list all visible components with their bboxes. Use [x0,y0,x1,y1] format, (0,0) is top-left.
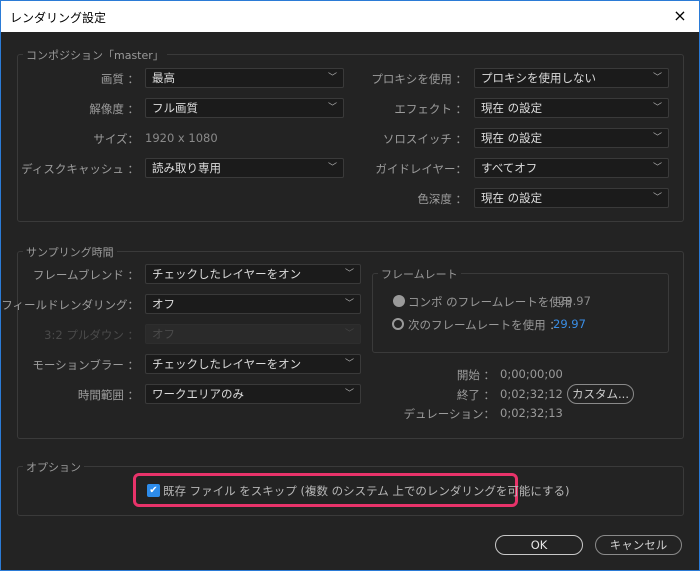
chevron-down-icon: ﹀ [344,269,354,279]
field-render-label: フィールドレンダリング： [1,298,139,312]
effects-value: 現在 の設定 [481,101,543,115]
chevron-down-icon: ﹀ [344,329,354,339]
motion-blur-dropdown[interactable]: チェックしたレイヤーをオン ﹀ [145,354,361,374]
frame-rate-group [372,273,669,353]
chevron-down-icon: ﹀ [652,193,662,203]
options-legend: オプション [23,459,84,475]
cancel-button[interactable]: キャンセル [595,535,682,555]
chevron-down-icon: ﹀ [344,299,354,309]
pulldown-label: 3:2 プルダウン ： [44,328,139,342]
frame-blend-dropdown[interactable]: チェックしたレイヤーをオン ﹀ [145,264,361,284]
chevron-down-icon: ﹀ [327,103,337,113]
checkmark-icon: ✔ [149,485,158,496]
proxy-value: プロキシを使用しない [481,71,596,85]
chevron-down-icon: ﹀ [652,163,662,173]
render-settings-dialog: レンダリング設定 × コンポジション「master」 画質 ： 最高 ﹀ 解像度 … [0,0,700,571]
quality-dropdown[interactable]: 最高 ﹀ [145,68,344,88]
end-label: 終了 ： [456,388,495,402]
proxy-dropdown[interactable]: プロキシを使用しない ﹀ [474,68,669,88]
sampling-legend: サンプリング時間 [23,244,117,260]
motion-blur-value: チェックしたレイヤーをオン [152,357,302,371]
duration-label: デュレーション： [403,407,495,421]
quality-label: 画質 ： [100,72,139,86]
disk-cache-value: 読み取り専用 [152,161,221,175]
field-render-value: オフ [152,297,175,311]
effects-label: エフェクト ： [394,102,467,116]
custom-button[interactable]: カスタム... [567,384,634,404]
chevron-down-icon: ﹀ [344,389,354,399]
chevron-down-icon: ﹀ [344,359,354,369]
effects-dropdown[interactable]: 現在 の設定 ﹀ [474,98,669,118]
size-label: サイズ： [93,132,139,146]
composition-legend: コンポジション「master」 [23,47,167,63]
frame-blend-label: フレームブレンド ： [32,268,139,282]
solo-switch-dropdown[interactable]: 現在 の設定 ﹀ [474,128,669,148]
use-custom-frame-rate-label: 次のフレームレートを使用 ： [408,318,561,332]
time-span-label: 時間範囲 ： [77,388,139,402]
title-bar: レンダリング設定 × [1,1,699,32]
field-render-dropdown[interactable]: オフ ﹀ [145,294,361,314]
resolution-dropdown[interactable]: フル画質 ﹀ [145,98,344,118]
duration-value: 0;02;32;13 [500,406,563,420]
start-label: 開始 ： [456,368,495,382]
pulldown-dropdown: オフ ﹀ [145,324,361,344]
use-custom-frame-rate-radio[interactable] [392,318,404,330]
color-depth-value: 現在 の設定 [481,191,543,205]
pulldown-value: オフ [152,327,175,341]
disk-cache-dropdown[interactable]: 読み取り専用 ﹀ [145,158,344,178]
motion-blur-label: モーションブラー ： [32,358,139,372]
chevron-down-icon: ﹀ [327,73,337,83]
skip-existing-label[interactable]: 既存 ファイル をスキップ (複数 のシステム 上でのレンダリングを可能にする) [163,483,570,499]
disk-cache-label: ディスクキャッシュ ： [21,162,139,176]
window-title: レンダリング設定 [10,11,107,25]
comp-frame-rate-value: 29.97 [558,294,591,308]
start-value: 0;00;00;00 [500,367,563,381]
close-icon[interactable]: × [669,5,691,27]
chevron-down-icon: ﹀ [327,163,337,173]
end-value: 0;02;32;12 [500,387,563,401]
proxy-label: プロキシを使用 ： [371,72,467,86]
frame-blend-value: チェックしたレイヤーをオン [152,267,302,281]
resolution-label: 解像度 ： [89,102,139,116]
guide-layers-value: すべてオフ [481,161,538,175]
solo-switch-label: ソロスイッチ ： [382,132,467,146]
skip-existing-checkbox[interactable]: ✔ [147,484,160,497]
use-comp-frame-rate-label: コンポ のフレームレートを使用 [408,295,573,309]
color-depth-label: 色深度 ： [417,192,467,206]
time-span-value: ワークエリアのみ [152,387,244,401]
color-depth-dropdown[interactable]: 現在 の設定 ﹀ [474,188,669,208]
custom-frame-rate-value[interactable]: 29.97 [553,317,586,331]
time-span-dropdown[interactable]: ワークエリアのみ ﹀ [145,384,361,404]
guide-layers-label: ガイドレイヤー： [375,162,467,176]
chevron-down-icon: ﹀ [652,73,662,83]
frame-rate-legend: フレームレート [378,266,461,282]
guide-layers-dropdown[interactable]: すべてオフ ﹀ [474,158,669,178]
chevron-down-icon: ﹀ [652,133,662,143]
use-comp-frame-rate-radio[interactable] [393,295,405,307]
quality-value: 最高 [152,71,175,85]
chevron-down-icon: ﹀ [652,103,662,113]
resolution-value: フル画質 [152,101,198,115]
size-value: 1920 x 1080 [145,131,218,145]
ok-button[interactable]: OK [495,535,583,555]
solo-switch-value: 現在 の設定 [481,131,543,145]
